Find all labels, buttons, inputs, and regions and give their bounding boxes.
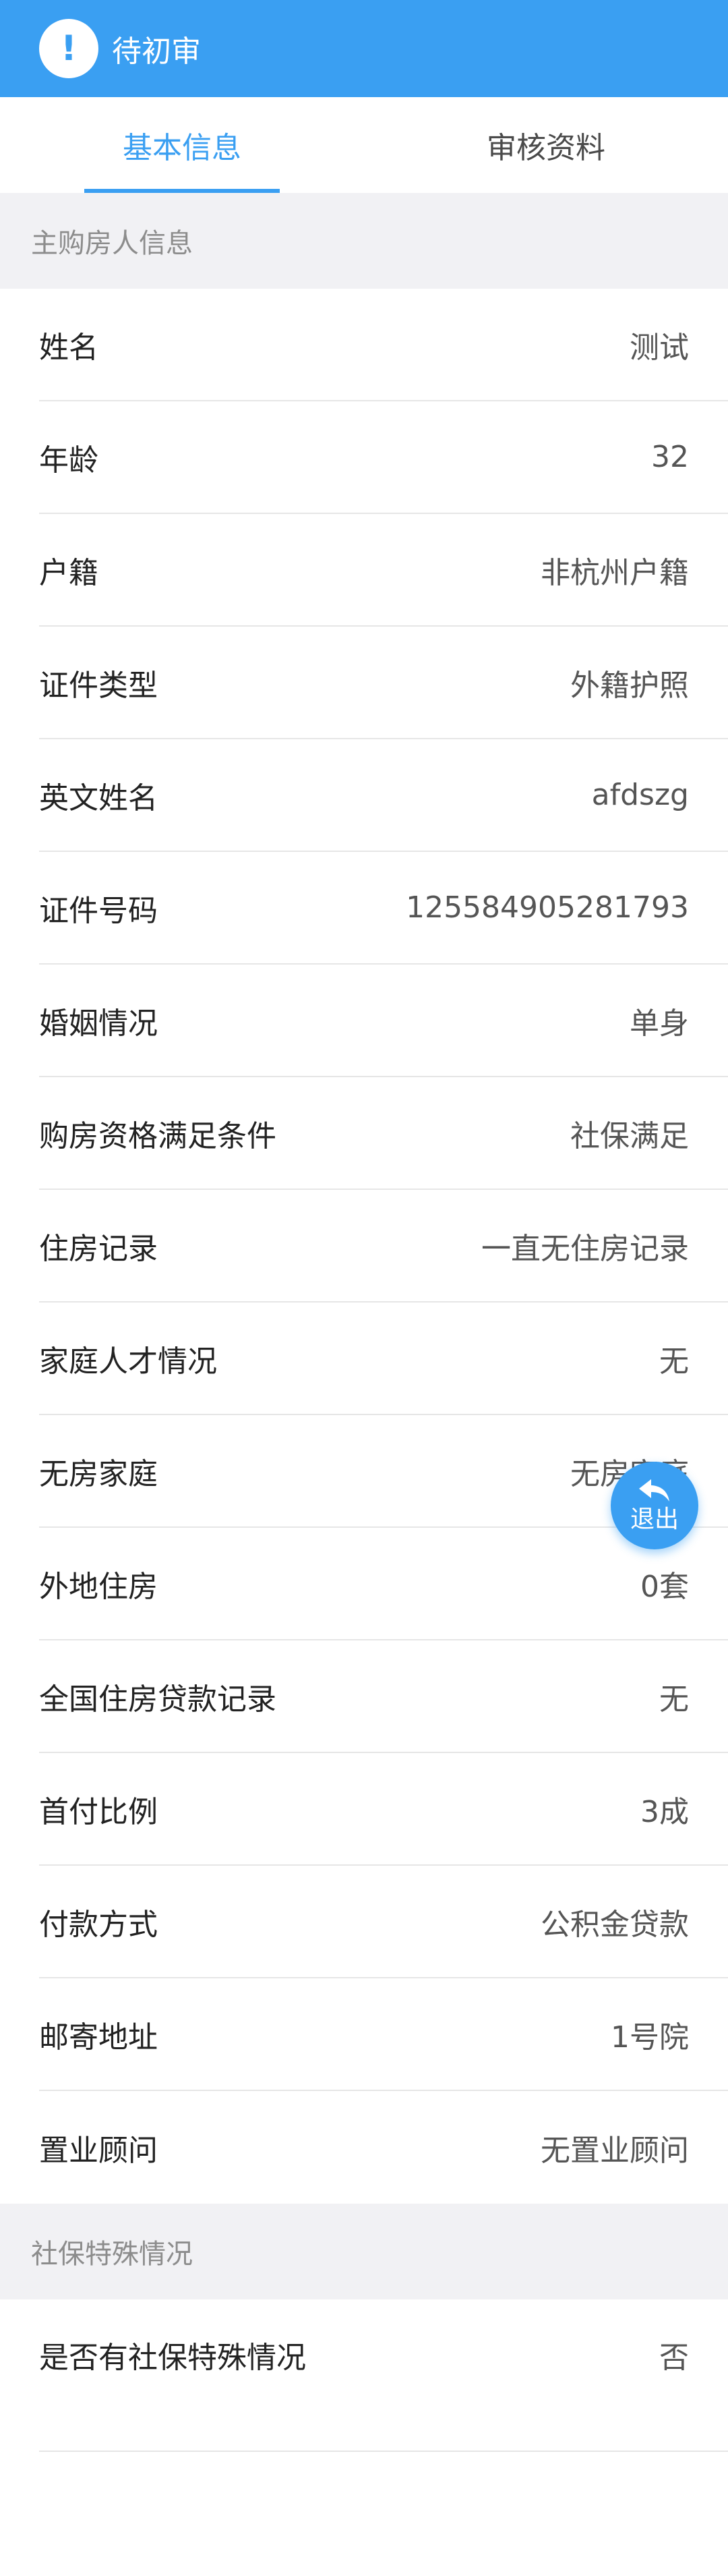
info-label: 婚姻情况: [39, 1006, 158, 1041]
info-value: 125584905281793: [406, 890, 689, 925]
info-label: 姓名: [39, 330, 98, 365]
info-value: 外籍护照: [570, 668, 689, 703]
info-row-id-number: 证件号码 125584905281793: [39, 852, 728, 965]
tab-review-materials[interactable]: 审核资料: [364, 97, 728, 193]
info-row-housing-record: 住房记录 一直无住房记录: [39, 1190, 728, 1303]
info-row-family-talent: 家庭人才情况 无: [39, 1303, 728, 1415]
reply-arrow-icon: [639, 1479, 669, 1501]
social-security-list: 是否有社保特殊情况 否: [0, 2299, 728, 2452]
info-label: 住房记录: [39, 1231, 158, 1266]
info-row-social-security-special: 是否有社保特殊情况 否: [39, 2299, 728, 2452]
info-label: 家庭人才情况: [39, 1344, 217, 1379]
info-value: 单身: [630, 1006, 689, 1041]
info-label: 付款方式: [39, 1907, 158, 1942]
status-title: 待初审: [112, 34, 201, 69]
info-label: 置业顾问: [39, 2133, 158, 2168]
info-value: 3成: [640, 1794, 689, 1829]
info-row-down-payment-ratio: 首付比例 3成: [39, 1753, 728, 1866]
info-label: 无房家庭: [39, 1456, 158, 1491]
info-value: 否: [659, 2341, 689, 2375]
info-label: 邮寄地址: [39, 2020, 158, 2055]
info-value: 测试: [630, 330, 689, 365]
info-label: 户籍: [39, 555, 98, 590]
info-row-property-consultant: 置业顾问 无置业顾问: [39, 2091, 728, 2204]
info-value: 一直无住房记录: [481, 1231, 689, 1266]
info-value: 0套: [640, 1569, 689, 1604]
info-row-nonlocal-housing: 外地住房 0套: [39, 1528, 728, 1640]
tab-basic-info[interactable]: 基本信息: [0, 97, 364, 193]
info-label: 年龄: [39, 442, 98, 478]
info-value: 无: [659, 1682, 689, 1717]
info-row-english-name: 英文姓名 afdszg: [39, 739, 728, 852]
tab-bar: 基本信息 审核资料: [0, 97, 728, 193]
info-label: 全国住房贷款记录: [39, 1682, 276, 1717]
info-row-id-type: 证件类型 外籍护照: [39, 627, 728, 739]
info-value: 非杭州户籍: [541, 555, 689, 590]
info-row-age: 年龄 32: [39, 401, 728, 514]
info-row-national-loan-record: 全国住房贷款记录 无: [39, 1640, 728, 1753]
info-row-marital-status: 婚姻情况 单身: [39, 965, 728, 1077]
section-header-main-buyer: 主购房人信息: [0, 193, 728, 289]
page: ! 待初审 基本信息 审核资料 主购房人信息 姓名 测试 年龄 32 户籍 非杭…: [0, 0, 728, 2576]
info-label: 首付比例: [39, 1794, 158, 1829]
alert-icon: !: [39, 19, 98, 78]
info-label: 购房资格满足条件: [39, 1118, 276, 1153]
info-row-mailing-address: 邮寄地址 1号院: [39, 1978, 728, 2091]
info-label: 英文姓名: [39, 780, 158, 815]
status-header: ! 待初审: [0, 0, 728, 97]
info-row-name: 姓名 测试: [39, 289, 728, 401]
info-label: 证件类型: [39, 668, 158, 703]
info-label: 外地住房: [39, 1569, 158, 1604]
info-row-household-registration: 户籍 非杭州户籍: [39, 514, 728, 627]
main-buyer-list: 姓名 测试 年龄 32 户籍 非杭州户籍 证件类型 外籍护照 英文姓名 afds…: [0, 289, 728, 2204]
exit-button[interactable]: 退出: [611, 1462, 698, 1549]
exit-button-label: 退出: [630, 1506, 679, 1533]
info-value: 公积金贷款: [541, 1907, 689, 1942]
section-header-social-security: 社保特殊情况: [0, 2204, 728, 2299]
info-value: 无: [659, 1344, 689, 1379]
info-value: 32: [651, 440, 689, 474]
info-value: afdszg: [591, 778, 689, 812]
info-row-eligibility-condition: 购房资格满足条件 社保满足: [39, 1077, 728, 1190]
info-value: 1号院: [611, 2020, 689, 2055]
info-value: 无置业顾问: [541, 2133, 689, 2168]
info-row-payment-method: 付款方式 公积金贷款: [39, 1866, 728, 1978]
info-label: 证件号码: [39, 893, 158, 928]
info-label: 是否有社保特殊情况: [39, 2341, 306, 2375]
info-value: 社保满足: [570, 1118, 689, 1153]
